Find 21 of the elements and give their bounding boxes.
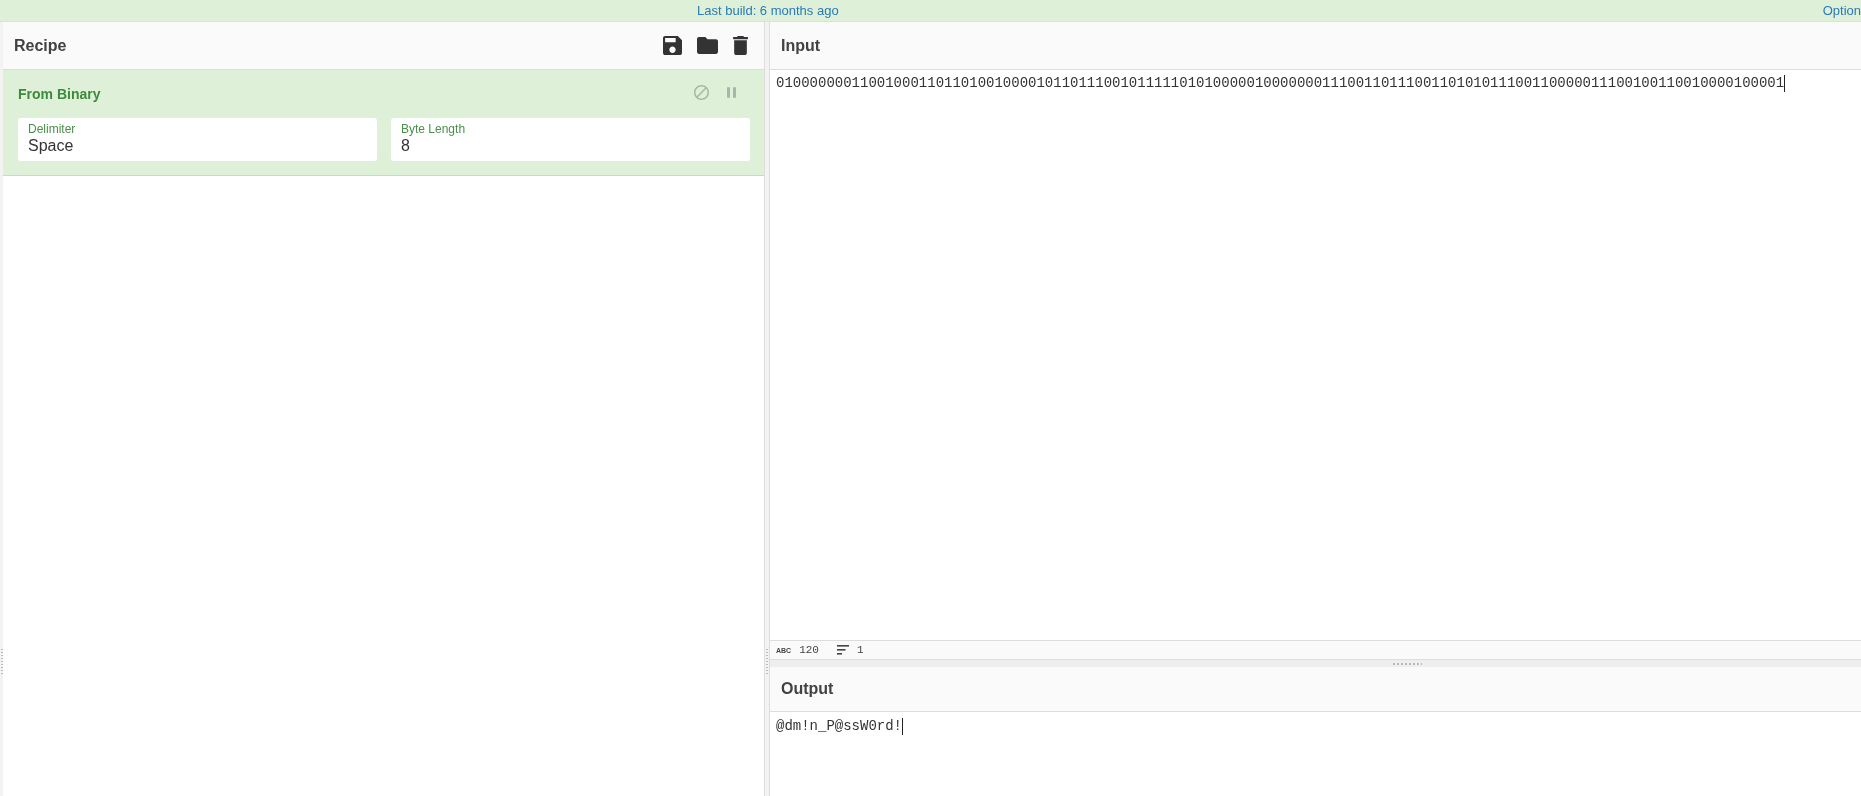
line-count: 1	[857, 644, 864, 656]
input-title: Input	[781, 36, 821, 55]
resize-handle[interactable]	[0, 648, 3, 674]
options-link[interactable]: Option	[1822, 3, 1861, 18]
character-count: 120	[799, 644, 819, 656]
resize-handle[interactable]	[1392, 662, 1422, 665]
operation-title: From Binary	[18, 86, 101, 102]
recipe-title: Recipe	[14, 36, 67, 55]
argument-field[interactable]: Byte Length 8	[391, 118, 750, 161]
circle-slash-icon[interactable]	[694, 84, 709, 100]
text-cursor	[1784, 75, 1786, 92]
resize-handle[interactable]	[766, 648, 768, 674]
operation-card[interactable]: From Binary Delimiter Space Byte Length 8	[3, 70, 764, 176]
text-cursor	[902, 718, 904, 735]
trash-icon[interactable]	[733, 36, 748, 55]
lines-icon	[837, 645, 849, 655]
pause-icon[interactable]	[727, 86, 736, 98]
folder-icon[interactable]	[697, 37, 718, 54]
argument-field[interactable]: Delimiter Space	[18, 118, 377, 161]
build-info: Last build: 6 months ago	[697, 3, 839, 18]
output-title: Output	[781, 680, 834, 698]
